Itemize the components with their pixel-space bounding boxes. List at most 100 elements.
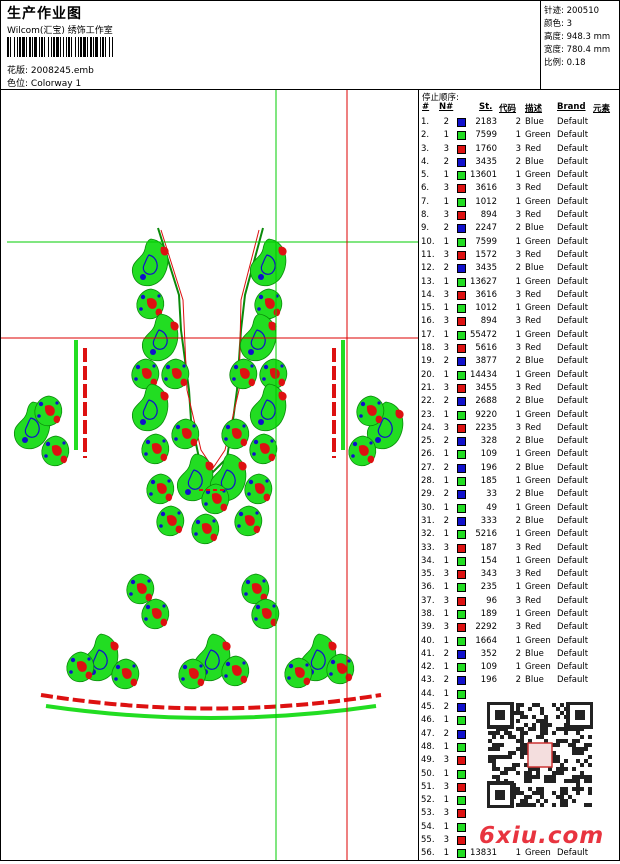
row-code: 2 <box>515 263 521 274</box>
row-description: Red <box>525 569 542 580</box>
table-row: 32. 1 5216 1 Green Default <box>419 528 619 541</box>
row-stitches: 14434 <box>469 369 497 380</box>
row-index: 55. <box>421 835 435 846</box>
row-needle: 1 <box>443 688 449 699</box>
row-needle: 2 <box>443 675 449 686</box>
table-row: 1. 2 2183 2 Blue Default <box>419 116 619 129</box>
row-code: 2 <box>515 436 521 447</box>
color-swatch <box>457 224 466 234</box>
row-index: 50. <box>421 768 435 779</box>
table-row: 40. 1 1664 1 Green Default <box>419 635 619 648</box>
row-needle: 1 <box>443 795 449 806</box>
row-code: 3 <box>515 183 521 194</box>
row-code: 1 <box>515 369 521 380</box>
table-row: 10. 1 7599 1 Green Default <box>419 236 619 249</box>
row-code: 1 <box>515 608 521 619</box>
row-index: 41. <box>421 648 435 659</box>
color-swatch <box>457 277 466 287</box>
row-brand: Default <box>557 183 589 194</box>
row-needle: 1 <box>443 821 449 832</box>
row-description: Blue <box>525 356 544 367</box>
table-row: 28. 1 185 1 Green Default <box>419 475 619 488</box>
color-swatch <box>457 556 466 566</box>
row-index: 46. <box>421 715 435 726</box>
row-brand: Default <box>557 582 589 593</box>
row-index: 53. <box>421 808 435 819</box>
row-stitches: 196 <box>480 462 497 473</box>
row-stitches: 3616 <box>475 289 497 300</box>
row-stitches: 187 <box>480 542 497 553</box>
table-row: 42. 1 109 1 Green Default <box>419 661 619 674</box>
row-code: 2 <box>515 396 521 407</box>
table-row: 7. 1 1012 1 Green Default <box>419 196 619 209</box>
row-needle: 3 <box>443 289 449 300</box>
row-index: 9. <box>421 223 430 234</box>
row-needle: 1 <box>443 276 449 287</box>
color-swatch <box>457 689 466 699</box>
table-row: 19. 2 3877 2 Blue Default <box>419 355 619 368</box>
row-needle: 3 <box>443 183 449 194</box>
row-needle: 2 <box>443 702 449 713</box>
color-swatch <box>457 490 466 500</box>
row-stitches: 196 <box>480 675 497 686</box>
row-needle: 3 <box>443 569 449 580</box>
row-needle: 3 <box>443 595 449 606</box>
row-description: Green <box>525 409 551 420</box>
row-code: 1 <box>515 236 521 247</box>
row-brand: Default <box>557 343 589 354</box>
row-code: 3 <box>515 289 521 300</box>
colorway-line: 色位: Colorway 1 <box>7 76 81 89</box>
header-index: # <box>422 102 430 112</box>
colorway-value: Colorway 1 <box>30 79 82 89</box>
embroidery-canvas <box>1 90 418 860</box>
row-description: Red <box>525 289 542 300</box>
color-swatch <box>457 769 466 779</box>
row-description: Blue <box>525 489 544 500</box>
table-row: 16. 3 894 3 Red Default <box>419 315 619 328</box>
color-swatch <box>457 144 466 154</box>
table-row: 24. 3 2235 3 Red Default <box>419 422 619 435</box>
row-brand: Default <box>557 316 589 327</box>
row-brand: Default <box>557 595 589 606</box>
color-swatch <box>457 609 466 619</box>
row-brand: Default <box>557 223 589 234</box>
row-index: 30. <box>421 502 435 513</box>
color-swatch <box>457 756 466 766</box>
row-description: Red <box>525 183 542 194</box>
color-swatch <box>457 264 466 274</box>
row-description: Green <box>525 369 551 380</box>
row-code: 2 <box>515 156 521 167</box>
row-index: 21. <box>421 382 435 393</box>
color-swatch <box>457 184 466 194</box>
row-index: 12. <box>421 263 435 274</box>
row-stitches: 2235 <box>475 422 497 433</box>
color-swatch <box>457 131 466 141</box>
row-index: 29. <box>421 489 435 500</box>
row-stitches: 13601 <box>469 170 497 181</box>
table-row: 8. 3 894 3 Red Default <box>419 209 619 222</box>
row-brand: Default <box>557 303 589 314</box>
row-code: 1 <box>515 303 521 314</box>
table-row: 56. 1 13831 1 Green Default <box>419 847 619 860</box>
row-index: 10. <box>421 236 435 247</box>
design-value: 2008245.emb <box>30 66 94 76</box>
table-row: 43. 2 196 2 Blue Default <box>419 674 619 687</box>
table-row: 22. 2 2688 2 Blue Default <box>419 395 619 408</box>
row-stitches: 49 <box>486 502 497 513</box>
row-brand: Default <box>557 369 589 380</box>
row-stitches: 7599 <box>475 236 497 247</box>
row-index: 5. <box>421 170 430 181</box>
row-description: Red <box>525 143 542 154</box>
row-stitches: 1012 <box>475 303 497 314</box>
spec-value: 3 <box>566 19 572 29</box>
row-stitches: 1760 <box>475 143 497 154</box>
row-description: Red <box>525 382 542 393</box>
row-brand: Default <box>557 117 589 127</box>
color-swatch <box>457 596 466 606</box>
row-stitches: 13627 <box>469 276 497 287</box>
row-index: 13. <box>421 276 435 287</box>
row-code: 3 <box>515 569 521 580</box>
row-stitches: 109 <box>480 449 497 460</box>
row-brand: Default <box>557 848 589 859</box>
color-swatch <box>457 383 466 393</box>
